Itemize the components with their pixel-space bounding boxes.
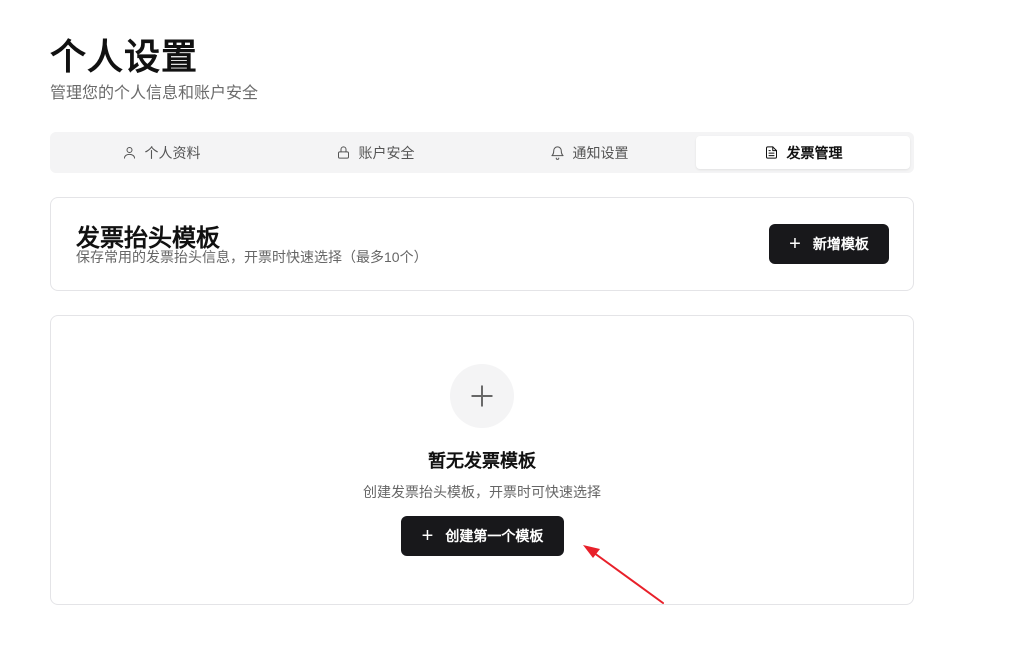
empty-state-card: 暂无发票模板 创建发票抬头模板，开票时可快速选择 + 创建第一个模板 [50,315,914,605]
section-description: 保存常用的发票抬头信息，开票时快速选择（最多10个） [76,249,428,265]
tab-label: 个人资料 [144,144,201,161]
plus-icon: + [789,233,801,255]
add-template-button[interactable]: + 新增模板 [769,224,889,264]
tab-invoices[interactable]: 发票管理 [696,136,910,169]
plus-icon [471,385,493,407]
tab-label: 通知设置 [572,144,629,161]
user-icon [123,147,135,159]
tab-notifications[interactable]: 通知设置 [482,136,696,169]
tab-security[interactable]: 账户安全 [268,136,482,169]
create-first-template-button[interactable]: + 创建第一个模板 [401,516,564,556]
bell-icon [550,146,564,160]
empty-state-icon-circle [450,364,514,428]
tab-profile[interactable]: 个人资料 [54,136,268,169]
empty-state-description: 创建发票抬头模板，开票时可快速选择 [363,484,601,500]
invoice-template-header-card: 发票抬头模板 保存常用的发票抬头信息，开票时快速选择（最多10个） + 新增模板 [50,197,914,291]
plus-icon: + [421,525,434,547]
page-subtitle: 管理您的个人信息和账户安全 [50,85,259,102]
add-template-label: 新增模板 [812,236,869,252]
page-title: 个人设置 [50,36,199,77]
tab-label: 发票管理 [786,144,843,161]
settings-tabs: 个人资料 账户安全 通知设置 发票管理 [50,132,914,173]
empty-state-title: 暂无发票模板 [428,451,536,471]
lock-icon [337,146,349,159]
create-first-template-label: 创建第一个模板 [445,528,544,544]
tab-label: 账户安全 [358,144,415,161]
file-text-icon [765,146,777,159]
